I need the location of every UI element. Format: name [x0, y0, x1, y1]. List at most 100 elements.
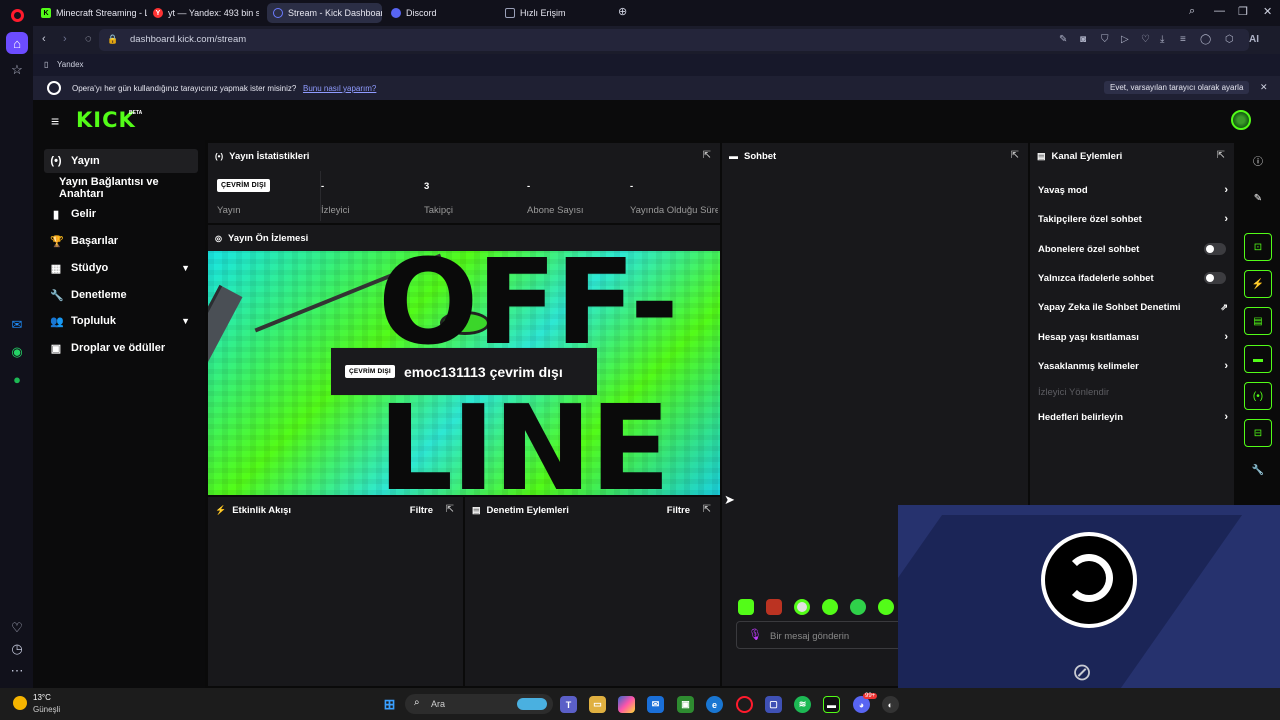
more-icon[interactable]: ⋯ [6, 660, 28, 682]
chevron-down-icon[interactable]: ▼ [181, 316, 190, 326]
whatsapp-icon[interactable]: ◉ [6, 341, 28, 363]
restore-icon[interactable]: ❐ [1238, 5, 1248, 18]
minecraft-icon[interactable]: ▣ [677, 696, 694, 713]
loading-spinner-icon[interactable]: ◌ [85, 33, 92, 45]
menu-lines-icon[interactable]: ≡ [1180, 34, 1186, 45]
sidebar-item-revenue[interactable]: ▮ Gelir [44, 202, 198, 226]
edge-icon[interactable]: e [706, 696, 723, 713]
bolt-icon: ⚡ [215, 504, 227, 515]
hamburger-menu-icon[interactable]: ≡ [51, 113, 59, 129]
close-notice-icon[interactable]: ✕ [1260, 82, 1268, 93]
info-icon[interactable]: ⓘ [1244, 146, 1272, 174]
heart-icon[interactable]: ♡ [6, 617, 28, 639]
spotify-icon[interactable]: ● [6, 368, 28, 390]
popout-icon[interactable]: ⇱ [1011, 150, 1019, 161]
stat-uptime: - Yayında Olduğu Süre [630, 171, 718, 221]
shield-icon[interactable]: ⛉ [1101, 34, 1109, 45]
download-icon[interactable]: ⤓ [1160, 34, 1164, 45]
pencil-icon[interactable]: ✎ [1244, 184, 1272, 212]
play-icon[interactable]: ▷ [1121, 34, 1129, 45]
chat-icon[interactable]: ▬ [1244, 345, 1272, 373]
copilot-icon[interactable] [618, 696, 635, 713]
url-text[interactable]: dashboard.kick.com/stream [130, 34, 246, 45]
opera-taskbar-icon[interactable] [736, 696, 753, 713]
focus-icon[interactable]: ⊡ [1244, 233, 1272, 261]
edit-icon[interactable]: ✎ [1059, 34, 1067, 45]
popout-icon[interactable]: ⇱ [446, 504, 454, 515]
emotes-only-toggle[interactable] [1204, 272, 1226, 284]
sidebar-item-stream-key[interactable]: Yayın Bağlantısı ve Anahtarı [44, 176, 198, 200]
sidebar-item-moderation[interactable]: 🔧 Denetleme [44, 283, 198, 307]
sidebar-item-community[interactable]: 👥 Topluluk ▼ [44, 309, 198, 333]
popout-icon[interactable]: ⇱ [703, 150, 711, 161]
set-default-button[interactable]: Evet, varsayılan tarayıcı olarak ayarla [1104, 81, 1250, 94]
lightning-icon[interactable]: ⚡ [1244, 270, 1272, 298]
terminal-icon[interactable]: ▬ [823, 696, 840, 713]
action-slow-mode[interactable]: Yavaş mod › [1038, 180, 1228, 200]
ai-button[interactable]: AI [1249, 34, 1259, 45]
heart-outline-icon[interactable]: ♡ [1141, 34, 1150, 45]
emote-icon[interactable] [794, 599, 810, 615]
avatar[interactable] [1231, 110, 1251, 130]
temperature[interactable]: 13°C [33, 693, 51, 702]
tab-yandex[interactable]: Y yt — Yandex: 493 bin sonuç [147, 3, 259, 23]
filter-button[interactable]: Filtre [410, 505, 433, 516]
close-window-icon[interactable]: ✕ [1263, 5, 1272, 18]
history-icon[interactable]: ◷ [6, 638, 28, 660]
action-account-age[interactable]: Hesap yaşı kısıtlaması › [1038, 327, 1228, 347]
store-icon[interactable]: ▢ [765, 696, 782, 713]
action-emotes-only: Yalnızca ifadelerle sohbet [1038, 268, 1228, 288]
emote-icon[interactable] [850, 599, 866, 615]
document-icon[interactable]: ▤ [1244, 307, 1272, 335]
mail-icon[interactable]: ✉ [647, 696, 664, 713]
action-followers-only[interactable]: Takipçilere özel sohbet › [1038, 209, 1228, 229]
home-icon[interactable]: ⌂ [6, 32, 28, 54]
back-icon[interactable]: ‹ [42, 33, 46, 45]
subscribers-only-toggle[interactable] [1204, 243, 1226, 255]
emote-icon[interactable] [738, 599, 754, 615]
address-bar[interactable]: 🔒 dashboard.kick.com/stream [99, 29, 1249, 51]
chevron-down-icon[interactable]: ▼ [181, 263, 190, 273]
kick-logo[interactable]: KICK [76, 108, 136, 132]
emote-icon[interactable] [822, 599, 838, 615]
minimize-icon[interactable]: — [1214, 5, 1225, 17]
tab-minecraft[interactable]: K Minecraft Streaming - Live [35, 3, 147, 23]
sidebar-item-stream[interactable]: (•) Yayın [44, 149, 198, 173]
search-tabs-icon[interactable]: ⌕ [1189, 5, 1195, 18]
tab-discord[interactable]: Discord [385, 3, 495, 23]
filter-button[interactable]: Filtre [667, 505, 690, 516]
windows-start-icon[interactable]: ⊞ [381, 696, 398, 713]
taskbar-search[interactable]: ⌕ Ara [405, 694, 553, 714]
popout-icon[interactable]: ⇱ [703, 504, 711, 515]
tab-kick-dashboard[interactable]: Stream - Kick Dashboard [267, 3, 382, 23]
forward-icon[interactable]: › [63, 33, 67, 45]
wrench-rail-icon[interactable]: 🔧 [1244, 456, 1272, 484]
profile-icon[interactable]: ◯ [1200, 34, 1211, 45]
layout-icon[interactable]: ⊟ [1244, 419, 1272, 447]
extensions-icon[interactable]: ⬡ [1225, 34, 1234, 45]
opera-logo-icon[interactable] [6, 4, 28, 26]
popout-icon[interactable]: ⇱ [1217, 150, 1225, 161]
sidebar-item-studio[interactable]: ▦ Stüdyo ▼ [44, 256, 198, 280]
tab-speed-dial[interactable]: Hızlı Erişim [499, 3, 589, 23]
new-tab-icon[interactable]: ⊕ [618, 5, 627, 18]
sidebar-item-drops[interactable]: ▣ Droplar ve ödüller [44, 336, 198, 360]
camera-icon[interactable]: ◙ [1080, 34, 1086, 45]
obs-taskbar-icon[interactable]: ◐ [882, 696, 899, 713]
microphone-icon[interactable]: 🎙 [748, 628, 762, 641]
sidebar-item-achievements[interactable]: 🏆 Başarılar [44, 229, 198, 253]
broadcast-rail-icon[interactable]: (•) [1244, 382, 1272, 410]
action-set-goals[interactable]: Hedefleri belirleyin › [1038, 407, 1228, 427]
file-explorer-icon[interactable]: ▭ [589, 696, 606, 713]
bookmark-yandex[interactable]: Yandex [57, 60, 84, 69]
notice-link[interactable]: Bunu nasıl yaparım? [303, 84, 376, 93]
star-icon[interactable]: ☆ [6, 59, 28, 81]
weather-label[interactable]: Güneşli [33, 705, 60, 714]
emote-icon[interactable] [878, 599, 894, 615]
teams-icon[interactable]: T [560, 696, 577, 713]
emote-icon[interactable] [766, 599, 782, 615]
action-banned-words[interactable]: Yasaklanmış kelimeler › [1038, 356, 1228, 376]
spotify-taskbar-icon[interactable]: ≋ [794, 696, 811, 713]
action-ai-moderation[interactable]: Yapay Zeka ile Sohbet Denetimi ⇗ [1038, 297, 1228, 317]
messenger-icon[interactable]: ✉ [6, 314, 28, 336]
